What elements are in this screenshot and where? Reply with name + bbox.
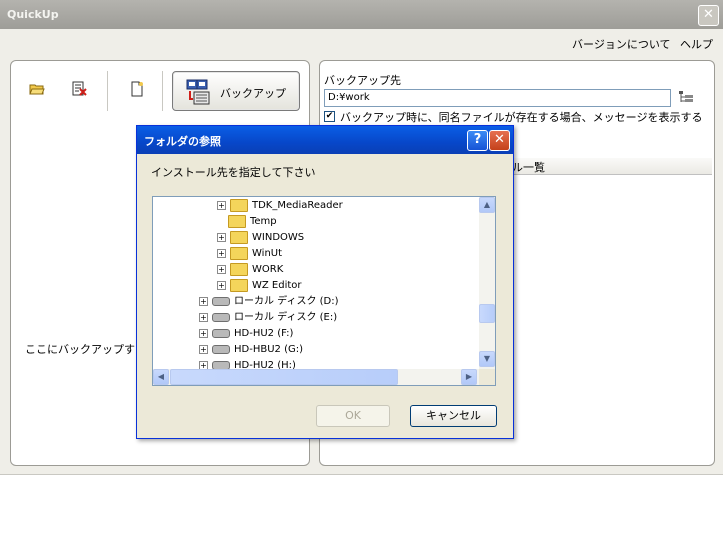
tree-item[interactable]: + WINDOWS	[217, 230, 304, 246]
menu-item-help[interactable]: ヘルプ	[680, 38, 713, 51]
tree-item[interactable]: Temp	[217, 214, 277, 230]
title-bar: QuickUp ✕	[0, 0, 723, 29]
tree-expand-icon[interactable]: +	[217, 232, 226, 242]
destination-path-input[interactable]: D:¥work	[324, 89, 671, 107]
folder-icon	[230, 262, 248, 276]
tree-expand-icon[interactable]: +	[217, 200, 226, 210]
confirm-overwrite-checkbox[interactable]: ✔	[324, 111, 335, 122]
delete-icon[interactable]	[71, 81, 87, 97]
folder-icon	[228, 214, 246, 228]
ok-button[interactable]: OK	[316, 405, 390, 427]
scroll-thumb[interactable]	[170, 369, 398, 385]
scroll-down-arrow-icon[interactable]: ▼	[479, 351, 495, 367]
tree-expand-icon[interactable]	[217, 218, 224, 225]
folder-icon	[230, 230, 248, 244]
tree-item-label: Temp	[250, 216, 277, 227]
tree-item-label: HD-HBU2 (G:)	[234, 344, 303, 355]
window-close-button[interactable]: ✕	[698, 5, 719, 26]
scroll-left-arrow-icon[interactable]: ◀	[153, 369, 169, 385]
dialog-title: フォルダの参照	[144, 135, 221, 148]
tree-item-label: HD-HU2 (F:)	[234, 328, 294, 339]
backup-button-label: バックアップ	[220, 87, 286, 100]
tree-item[interactable]: + HD-HU2 (F:)	[199, 326, 293, 342]
toolbar-separator	[162, 71, 163, 111]
folder-icon	[230, 246, 248, 260]
tree-expand-icon[interactable]: +	[217, 280, 226, 290]
tree-item-label: WINDOWS	[252, 232, 305, 243]
browse-folder-dialog: フォルダの参照 ? ✕ インストール先を指定して下さい + TDK_MediaRe…	[136, 125, 514, 439]
scroll-up-arrow-icon[interactable]: ▲	[479, 197, 495, 213]
menu-bar: バージョンについて ヘルプ	[566, 36, 713, 52]
horizontal-scrollbar[interactable]: ◀ ▶	[153, 369, 479, 385]
tree-expand-icon[interactable]: +	[199, 296, 208, 306]
tree-item[interactable]: + TDK_MediaReader	[217, 198, 343, 214]
tree-item-label: ローカル ディスク (D:)	[234, 296, 339, 307]
destination-label: バックアップ先	[324, 74, 401, 87]
drive-icon	[212, 328, 230, 338]
file-list-header-label: ル一覧	[512, 161, 545, 174]
folder-icon	[230, 198, 248, 212]
tree-expand-icon[interactable]: +	[217, 248, 226, 258]
new-file-icon[interactable]	[129, 81, 145, 97]
tree-item[interactable]: + WinUt	[217, 246, 282, 262]
tree-item[interactable]: + ローカル ディスク (E:)	[199, 310, 337, 326]
drive-icon	[212, 312, 230, 322]
scroll-thumb[interactable]	[479, 304, 495, 323]
tree-item-label: WORK	[252, 264, 284, 275]
tree-item[interactable]: + HD-HBU2 (G:)	[199, 342, 303, 358]
scroll-right-arrow-icon[interactable]: ▶	[461, 369, 477, 385]
menu-item-about[interactable]: バージョンについて	[572, 38, 670, 51]
window-title: QuickUp	[7, 8, 59, 21]
toolbar-separator	[107, 71, 108, 111]
tree-expand-icon[interactable]: +	[199, 328, 208, 338]
confirm-overwrite-label: バックアップ時に、同名ファイルが存在する場合、メッセージを表示する	[340, 111, 703, 124]
tree-item-label: WZ Editor	[252, 280, 302, 291]
tree-expand-icon[interactable]: +	[217, 264, 226, 274]
dialog-close-button[interactable]: ✕	[489, 130, 510, 151]
scroll-corner	[479, 369, 495, 385]
tree-item-label: TDK_MediaReader	[252, 200, 343, 211]
browse-tree-icon[interactable]	[678, 90, 696, 104]
drop-hint-text: ここにバックアップする	[25, 343, 146, 356]
backup-icon	[185, 79, 210, 105]
tree-expand-icon[interactable]: +	[199, 312, 208, 322]
vertical-scrollbar[interactable]: ▲ ▼	[479, 197, 495, 369]
dialog-title-bar: フォルダの参照 ? ✕	[137, 126, 513, 154]
tree-item[interactable]: + WORK	[217, 262, 283, 278]
tree-item-label: WinUt	[252, 248, 283, 259]
folder-tree[interactable]: + TDK_MediaReader Temp + WINDOWS + WinUt + WORK +…	[152, 196, 496, 386]
tree-item-label: ローカル ディスク (E:)	[234, 312, 338, 323]
tree-item[interactable]: + ローカル ディスク (D:)	[199, 294, 339, 310]
dialog-instruction: インストール先を指定して下さい	[151, 166, 316, 179]
dialog-help-button[interactable]: ?	[467, 130, 488, 151]
tree-item[interactable]: + WZ Editor	[217, 278, 302, 294]
status-area	[0, 474, 723, 535]
folder-icon	[230, 278, 248, 292]
cancel-button[interactable]: キャンセル	[410, 405, 497, 427]
file-list-header: ル一覧	[508, 158, 712, 175]
tree-expand-icon[interactable]: +	[199, 344, 208, 354]
open-folder-icon[interactable]	[29, 81, 45, 97]
drive-icon	[212, 344, 230, 354]
backup-button[interactable]: バックアップ	[172, 71, 300, 111]
drive-icon	[212, 296, 230, 306]
